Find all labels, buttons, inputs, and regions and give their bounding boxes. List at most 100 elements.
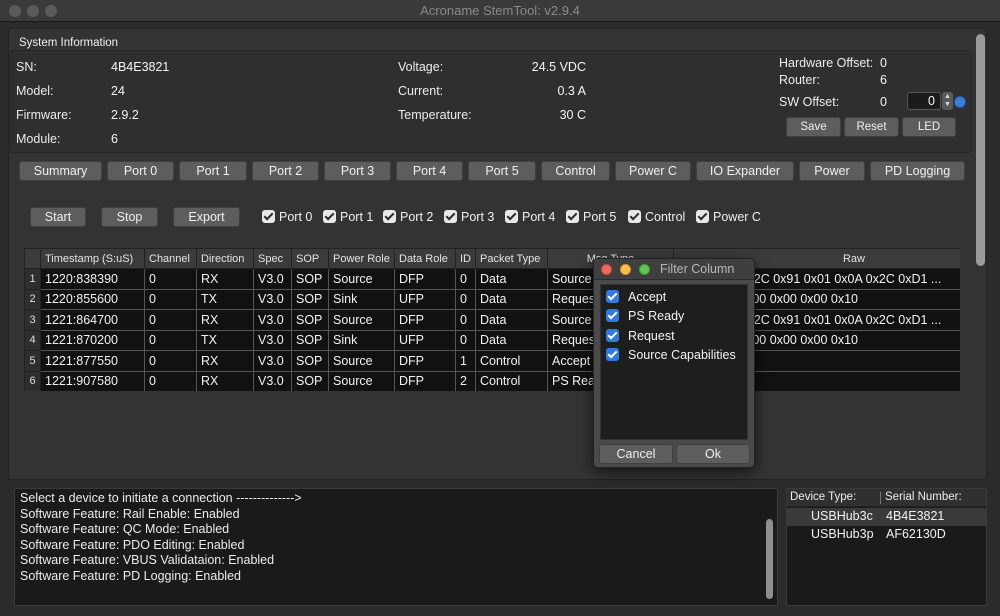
export-button[interactable]: Export xyxy=(173,207,240,227)
tab-io-expander[interactable]: IO Expander xyxy=(696,161,794,181)
table-cell-ts: 1221:864700 xyxy=(40,309,145,331)
main-scrollbar[interactable] xyxy=(974,32,988,478)
checkbox-checked-icon[interactable] xyxy=(566,210,579,223)
device-type-header[interactable]: Device Type: xyxy=(790,491,856,503)
checkbox-checked-icon[interactable] xyxy=(628,210,641,223)
table-cell-ch: 0 xyxy=(144,309,197,331)
table-cell-pt: Data xyxy=(475,329,548,351)
column-header-data-role[interactable]: Data Role xyxy=(394,248,456,269)
filter-power-c-checkbox[interactable]: Power C xyxy=(696,210,761,226)
current-label: Current: xyxy=(398,84,444,98)
device-row-usbhub3c[interactable]: USBHub3c 4B4E3821 xyxy=(787,508,986,526)
log-line: Software Feature: VBUS Validataion: Enab… xyxy=(20,553,275,567)
table-cell-dr: DFP xyxy=(394,309,456,331)
tab-port-5[interactable]: Port 5 xyxy=(468,161,536,181)
column-header-id[interactable]: ID xyxy=(455,248,476,269)
table-cell-dir: RX xyxy=(196,370,254,391)
column-header-spec[interactable]: Spec xyxy=(253,248,292,269)
checkbox-checked-icon[interactable] xyxy=(606,290,619,303)
column-header-packet-type[interactable]: Packet Type xyxy=(475,248,548,269)
filter-port-0-checkbox[interactable]: Port 0 xyxy=(262,210,312,226)
checkbox-checked-icon[interactable] xyxy=(606,329,619,342)
sw-offset-stepper[interactable]: ▲ ▼ xyxy=(942,92,953,110)
checkbox-checked-icon[interactable] xyxy=(323,210,336,223)
checkbox-checked-icon[interactable] xyxy=(606,309,619,322)
main-scrollbar-thumb[interactable] xyxy=(976,34,985,266)
filter-port-2-checkbox[interactable]: Port 2 xyxy=(383,210,433,226)
table-header-row: Timestamp (S:uS) Channel Direction Spec … xyxy=(24,248,960,269)
table-cell-n: 2 xyxy=(24,288,41,310)
filter-option-ps-ready[interactable]: PS Ready xyxy=(606,309,684,323)
column-header-power-role[interactable]: Power Role xyxy=(328,248,395,269)
tab-port-4[interactable]: Port 4 xyxy=(396,161,463,181)
table-cell-spec: V3.0 xyxy=(253,288,292,310)
checkbox-checked-icon[interactable] xyxy=(505,210,518,223)
tab-port-0[interactable]: Port 0 xyxy=(107,161,174,181)
stepper-down-icon[interactable]: ▼ xyxy=(943,101,952,109)
zoom-dialog-icon[interactable] xyxy=(639,264,650,275)
ok-button[interactable]: Ok xyxy=(676,444,750,464)
filter-option-request[interactable]: Request xyxy=(606,329,675,343)
column-header-timestamp[interactable]: Timestamp (S:uS) xyxy=(40,248,145,269)
model-value: 24 xyxy=(111,84,125,98)
device-row-usbhub3p[interactable]: USBHub3p AF62130D xyxy=(787,526,986,544)
reset-button[interactable]: Reset xyxy=(844,117,899,137)
module-value: 6 xyxy=(111,132,118,146)
log-line: Software Feature: Rail Enable: Enabled xyxy=(20,507,240,521)
filter-control-checkbox[interactable]: Control xyxy=(628,210,685,226)
column-header-channel[interactable]: Channel xyxy=(144,248,197,269)
console-log[interactable]: Select a device to initiate a connection… xyxy=(14,488,778,606)
checkbox-checked-icon[interactable] xyxy=(383,210,396,223)
led-button[interactable]: LED xyxy=(902,117,956,137)
table-row[interactable]: 3 1221:864700 0 RX V3.0 SOP Source DFP 0 Data Sour… xyxy=(24,309,960,331)
tab-control[interactable]: Control xyxy=(541,161,610,181)
tab-power-c[interactable]: Power C xyxy=(615,161,691,181)
table-cell-id: 0 xyxy=(455,288,476,310)
filter-option-source-capabilities[interactable]: Source Capabilities xyxy=(606,348,736,362)
filter-port-3-checkbox[interactable]: Port 3 xyxy=(444,210,494,226)
sw-offset-input[interactable]: 0 xyxy=(907,92,941,110)
tab-pd-logging[interactable]: PD Logging xyxy=(870,161,965,181)
table-row[interactable]: 2 1220:855600 0 TX V3.0 SOP Sink UFP 0 Data Reques… xyxy=(24,288,960,310)
save-button[interactable]: Save xyxy=(786,117,841,137)
tab-port-2[interactable]: Port 2 xyxy=(252,161,319,181)
table-row[interactable]: 4 1221:870200 0 TX V3.0 SOP Sink UFP 0 Data Reques… xyxy=(24,329,960,351)
firmware-value: 2.9.2 xyxy=(111,108,139,122)
table-row[interactable]: 6 1221:907580 0 RX V3.0 SOP Source DFP 2 Control P… xyxy=(24,370,960,391)
dialog-title: Filter Column xyxy=(660,262,735,276)
checkbox-checked-icon[interactable] xyxy=(696,210,709,223)
table-cell-id: 2 xyxy=(455,370,476,391)
tab-port-3[interactable]: Port 3 xyxy=(324,161,391,181)
filter-port-4-checkbox[interactable]: Port 4 xyxy=(505,210,555,226)
checkbox-checked-icon[interactable] xyxy=(444,210,457,223)
cancel-button[interactable]: Cancel xyxy=(599,444,673,464)
stepper-up-icon[interactable]: ▲ xyxy=(943,93,952,101)
stop-button[interactable]: Stop xyxy=(101,207,158,227)
close-dialog-icon[interactable] xyxy=(601,264,612,275)
table-cell-n: 5 xyxy=(24,350,41,372)
table-row[interactable]: 1 1220:838390 0 RX V3.0 SOP Source DFP 0 Data Sour… xyxy=(24,268,960,290)
start-button[interactable]: Start xyxy=(30,207,86,227)
pd-log-table: Timestamp (S:uS) Channel Direction Spec … xyxy=(24,248,960,391)
column-header-direction[interactable]: Direction xyxy=(196,248,254,269)
column-header-sop[interactable]: SOP xyxy=(291,248,329,269)
table-cell-ts: 1221:877550 xyxy=(40,350,145,372)
tab-summary[interactable]: Summary xyxy=(19,161,102,181)
log-scrollbar[interactable] xyxy=(766,519,773,599)
filter-port-1-checkbox[interactable]: Port 1 xyxy=(323,210,373,226)
title-bar: Acroname StemTool: v2.9.4 xyxy=(0,0,1000,22)
checkbox-checked-icon[interactable] xyxy=(606,348,619,361)
filter-option-accept[interactable]: Accept xyxy=(606,290,666,304)
table-row[interactable]: 5 1221:877550 0 RX V3.0 SOP Source DFP 1 Control A… xyxy=(24,350,960,372)
tab-port-1[interactable]: Port 1 xyxy=(179,161,247,181)
table-cell-pt: Data xyxy=(475,268,548,290)
checkbox-checked-icon[interactable] xyxy=(262,210,275,223)
sw-offset-label: SW Offset: xyxy=(779,95,840,109)
table-cell-dr: UFP xyxy=(394,288,456,310)
minimize-dialog-icon[interactable] xyxy=(620,264,631,275)
tab-power[interactable]: Power xyxy=(799,161,865,181)
table-cell-pt: Control xyxy=(475,370,548,391)
filter-port-5-checkbox[interactable]: Port 5 xyxy=(566,210,616,226)
serial-number-header[interactable]: Serial Number: xyxy=(885,491,962,503)
device-list: Device Type: Serial Number: USBHub3c 4B4… xyxy=(786,488,987,606)
